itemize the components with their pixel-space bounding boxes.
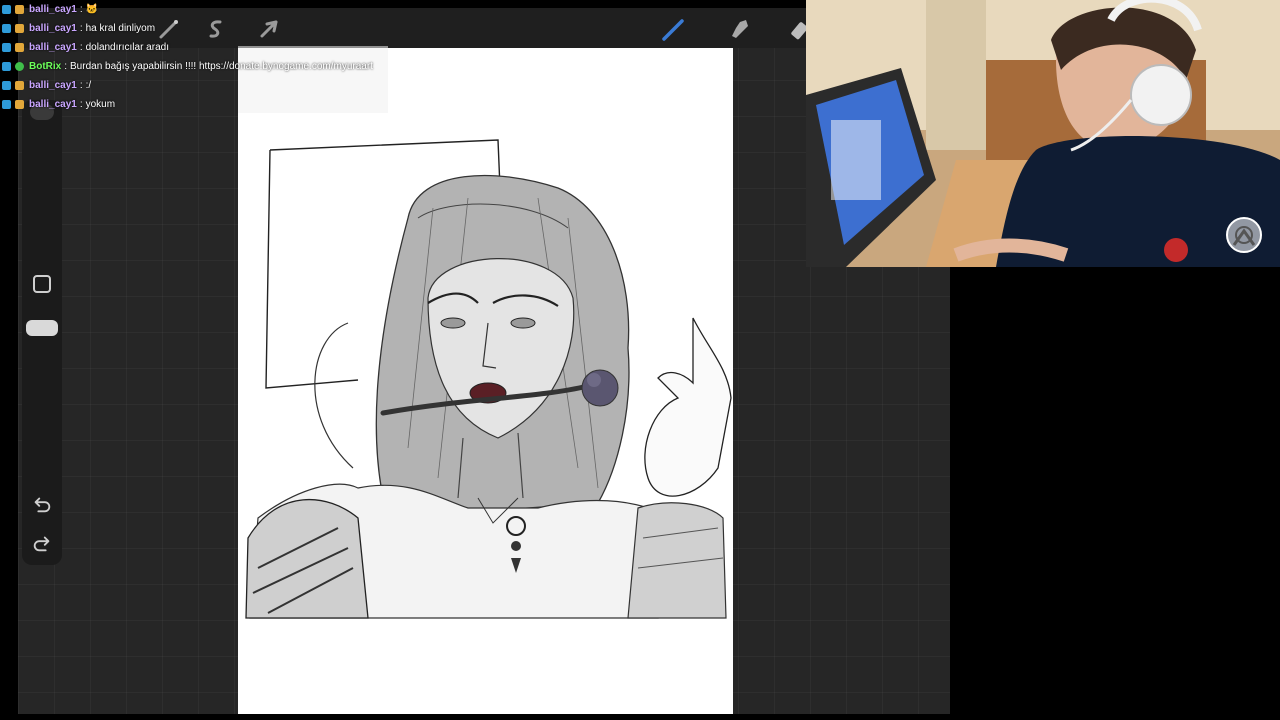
stream-logo-icon xyxy=(1226,217,1262,253)
chat-message: balli_cay1: ha kral dinliyom xyxy=(0,19,390,38)
webcam-image xyxy=(806,0,1280,267)
sketch-artwork xyxy=(245,139,732,619)
platform-badge-icon xyxy=(2,81,11,90)
chat-message: balli_cay1: dolandırıcılar aradı xyxy=(0,38,390,57)
chat-message: balli_cay1::/ xyxy=(0,76,390,95)
chat-separator: : xyxy=(64,61,68,72)
chat-message: balli_cay1: 🐱 xyxy=(0,0,390,19)
chat-overlay: balli_cay1: 🐱 balli_cay1: ha kral dinliyom b… xyxy=(0,0,390,114)
chat-username[interactable]: balli_cay1 xyxy=(29,80,77,91)
chat-username[interactable]: balli_cay1 xyxy=(29,99,77,110)
chat-separator: : xyxy=(79,80,83,91)
chat-text: ha kral dinliyom xyxy=(85,23,156,34)
modify-square-button[interactable] xyxy=(30,272,54,296)
chat-separator: : xyxy=(79,99,83,110)
bot-badge-icon xyxy=(15,62,24,71)
smudge-icon[interactable] xyxy=(726,16,752,42)
chat-username[interactable]: balli_cay1 xyxy=(29,4,77,15)
chat-text: :/ xyxy=(85,80,92,91)
subscriber-badge-icon xyxy=(15,100,24,109)
left-sidebar xyxy=(22,100,62,565)
platform-badge-icon xyxy=(2,62,11,71)
chat-text: yokum xyxy=(85,99,116,110)
chat-separator: : xyxy=(79,4,83,15)
subscriber-badge-icon xyxy=(15,5,24,14)
chat-separator: : xyxy=(79,23,83,34)
chat-text: 🐱 xyxy=(85,4,99,15)
subscriber-badge-icon xyxy=(15,43,24,52)
chat-message: balli_cay1: yokum xyxy=(0,95,390,114)
chat-text: Burdan bağış yapabilirsin !!!! https://d… xyxy=(70,61,373,72)
drawing-canvas[interactable] xyxy=(238,48,733,714)
opacity-slider-handle[interactable] xyxy=(26,320,58,336)
chat-text: dolandırıcılar aradı xyxy=(85,42,169,53)
subscriber-badge-icon xyxy=(15,24,24,33)
webcam-feed xyxy=(806,0,1280,267)
platform-badge-icon xyxy=(2,100,11,109)
chat-message: BotRix: Burdan bağış yapabilirsin !!!! ht… xyxy=(0,57,390,76)
platform-badge-icon xyxy=(2,43,11,52)
chat-username[interactable]: balli_cay1 xyxy=(29,42,77,53)
platform-badge-icon xyxy=(2,24,11,33)
chat-username[interactable]: BotRix xyxy=(29,61,61,72)
brush-icon[interactable] xyxy=(660,16,686,42)
chat-separator: : xyxy=(79,42,83,53)
subscriber-badge-icon xyxy=(15,81,24,90)
undo-icon[interactable] xyxy=(30,493,54,515)
platform-badge-icon xyxy=(2,5,11,14)
chat-username[interactable]: balli_cay1 xyxy=(29,23,77,34)
redo-icon[interactable] xyxy=(30,532,54,554)
